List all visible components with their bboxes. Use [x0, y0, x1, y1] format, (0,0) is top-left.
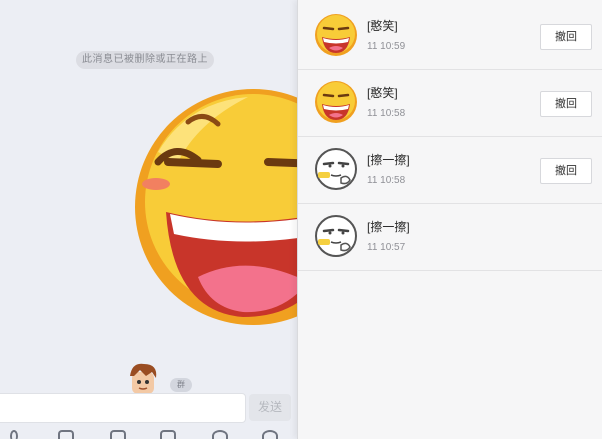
recall-item[interactable]: [擦一擦] 11 10:57 — [298, 204, 602, 271]
recall-item-title: [憨笑] — [367, 86, 398, 100]
recall-button[interactable]: 撤回 — [540, 91, 592, 117]
camera-icon[interactable] — [110, 430, 126, 439]
recall-button[interactable]: 撤回 — [540, 158, 592, 184]
laugh-emoji-large[interactable] — [118, 82, 297, 332]
message-input[interactable] — [0, 393, 246, 423]
recall-item-time: 11 10:59 — [367, 41, 406, 52]
recall-button[interactable]: 撤回 — [540, 24, 592, 50]
send-button[interactable]: 发送 — [249, 394, 291, 421]
recall-item-title: [擦一擦] — [367, 153, 410, 167]
recall-item[interactable]: [憨笑] 11 10:58 撤回 — [298, 70, 602, 137]
recall-panel: [憨笑] 11 10:59 撤回 [憨笑] 11 10:58 撤回 [擦一擦] … — [297, 0, 602, 439]
chat-panel: 此消息已被删除或正在路上 群 发送 — [0, 0, 297, 439]
emoji-icon[interactable] — [212, 430, 228, 439]
microphone-icon[interactable] — [10, 430, 18, 439]
recall-item-time: 11 10:58 — [367, 108, 406, 119]
wipe-sweat-emoji-icon — [315, 215, 357, 257]
chat-toolbar — [0, 430, 297, 439]
file-icon[interactable] — [160, 430, 176, 439]
recall-item-title: [憨笑] — [367, 19, 398, 33]
wipe-sweat-emoji-icon — [315, 148, 357, 190]
nick-badge: 群 — [170, 378, 192, 392]
system-notice: 此消息已被删除或正在路上 — [76, 51, 214, 69]
recall-item-time: 11 10:58 — [367, 175, 406, 186]
recall-list: [憨笑] 11 10:59 撤回 [憨笑] 11 10:58 撤回 [擦一擦] … — [298, 3, 602, 271]
recall-item[interactable]: [擦一擦] 11 10:58 撤回 — [298, 137, 602, 204]
avatar[interactable] — [126, 362, 160, 396]
recall-item-time: 11 10:57 — [367, 242, 406, 253]
more-icon[interactable] — [262, 430, 278, 439]
laugh-emoji-icon — [315, 81, 357, 123]
image-icon[interactable] — [58, 430, 74, 439]
laugh-emoji-icon — [315, 14, 357, 56]
recall-item[interactable]: [憨笑] 11 10:59 撤回 — [298, 3, 602, 70]
recall-item-title: [擦一擦] — [367, 220, 410, 234]
